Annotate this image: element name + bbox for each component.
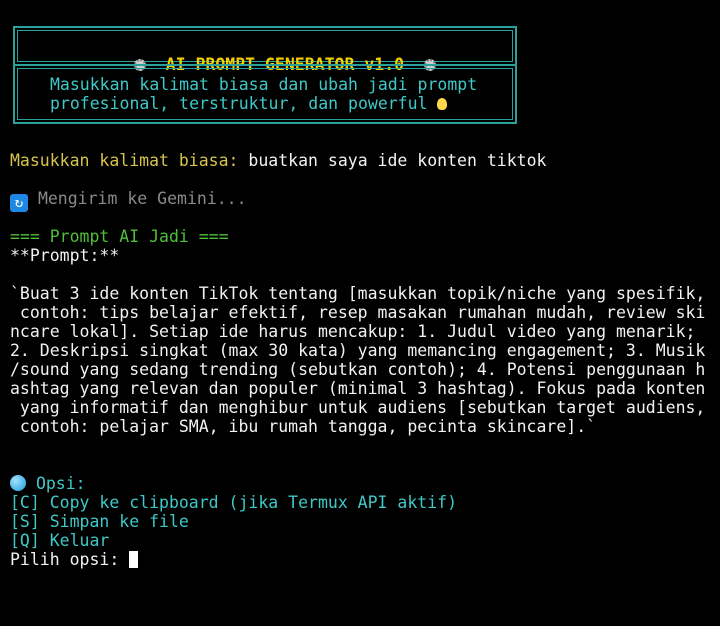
option-prompt: Pilih opsi:	[10, 550, 120, 569]
option-copy[interactable]: [C] Copy ke clipboard (jika Termux API a…	[10, 493, 457, 512]
text-cursor[interactable]	[129, 551, 139, 568]
input-label: Masukkan kalimat biasa:	[10, 151, 239, 170]
input-value: buatkan saya ide konten tiktok	[248, 151, 547, 170]
options-header: Opsi:	[35, 474, 86, 493]
prompt-text-line: contoh: tips belajar efektif, resep masa…	[10, 303, 706, 322]
prompt-text-line: /sound yang sedang trending (sebutkan co…	[10, 360, 706, 379]
status-text: Mengirim ke Gemini...	[37, 189, 247, 208]
option-quit[interactable]: [Q] Keluar	[10, 531, 109, 550]
prompt-text-line: `Buat 3 ide konten TikTok tentang [masuk…	[10, 284, 706, 303]
blue-circle-icon	[10, 475, 26, 491]
prompt-text-line: 2. Deskripsi singkat (max 30 kata) yang …	[10, 341, 706, 360]
prompt-text-line: contoh: pelajar SMA, ibu rumah tangga, p…	[10, 417, 597, 436]
result-header: === Prompt AI Jadi ===	[10, 227, 229, 246]
banner-subtitle-line2: profesional, terstruktur, dan powerful	[50, 94, 428, 113]
prompt-text-line: ashtag yang relevan dan populer (minimal…	[10, 379, 706, 398]
option-save[interactable]: [S] Simpan ke file	[10, 512, 189, 531]
prompt-label: **Prompt:**	[10, 246, 120, 265]
prompt-text-line: ncare lokal]. Setiap ide harus mencakup:…	[10, 322, 696, 341]
status-line: ↻ Mengirim ke Gemini...	[10, 189, 247, 212]
banner-subtitle-line2-row: profesional, terstruktur, dan powerful	[50, 94, 448, 113]
prompt-text-line: yang informatif dan menghibur untuk audi…	[10, 398, 706, 417]
options-header-row: Opsi:	[10, 474, 86, 493]
banner-subtitle-line1: Masukkan kalimat biasa dan ubah jadi pro…	[50, 75, 478, 94]
lightbulb-icon	[437, 98, 448, 110]
option-prompt-line[interactable]: Pilih opsi:	[10, 550, 139, 569]
input-line: Masukkan kalimat biasa: buatkan saya ide…	[10, 151, 546, 170]
terminal-window: AI PROMPT GENERATOR v1.0 Masukkan kalima…	[0, 0, 720, 626]
refresh-icon: ↻	[10, 194, 28, 212]
